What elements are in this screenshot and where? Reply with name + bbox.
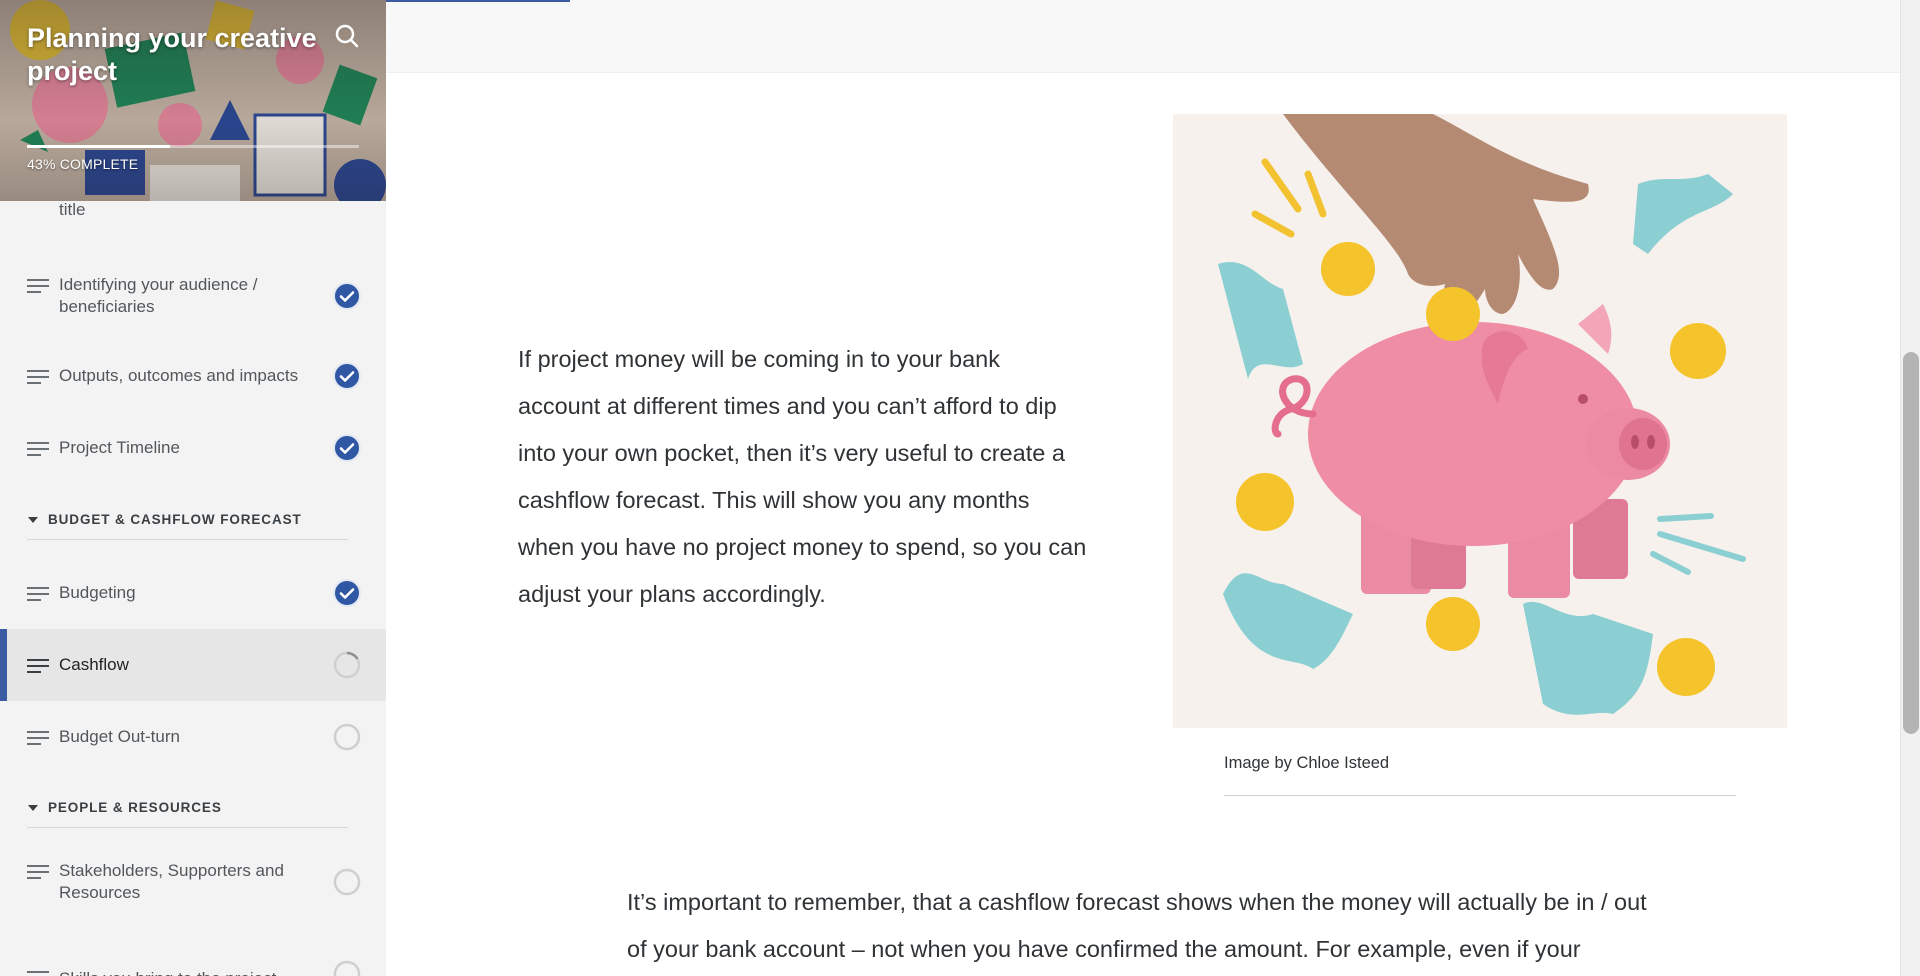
sidebar-lesson-skills[interactable]: Skills you bring to the project bbox=[0, 940, 386, 976]
course-progress-label: 43% COMPLETE bbox=[27, 156, 139, 172]
lesson-partial-title[interactable]: title bbox=[59, 200, 85, 220]
page-scrollbar[interactable] bbox=[1900, 0, 1920, 976]
caption-divider bbox=[1224, 795, 1736, 796]
sidebar-lesson-outputs[interactable]: Outputs, outcomes and impacts bbox=[0, 340, 386, 412]
not-started-circle-icon bbox=[333, 723, 361, 751]
page-load-indicator bbox=[386, 0, 570, 2]
lesson-lines-icon bbox=[27, 865, 49, 879]
caret-down-icon bbox=[28, 516, 38, 523]
complete-check-icon bbox=[333, 282, 361, 310]
lesson-lines-icon bbox=[27, 971, 49, 973]
sidebar-lesson-budget-outturn[interactable]: Budget Out-turn bbox=[0, 701, 386, 773]
complete-check-icon bbox=[333, 579, 361, 607]
course-sidebar: Planning your creative project 43% COMPL… bbox=[0, 0, 386, 976]
lesson-lines-icon bbox=[27, 659, 49, 673]
scrollbar-thumb[interactable] bbox=[1903, 352, 1919, 734]
complete-check-icon bbox=[333, 434, 361, 462]
lesson-top-bar bbox=[386, 0, 1900, 73]
sidebar-lesson-budgeting[interactable]: Budgeting bbox=[0, 557, 386, 629]
course-progress-fill bbox=[27, 145, 170, 148]
course-progress-bar bbox=[27, 145, 359, 148]
in-progress-icon bbox=[333, 651, 361, 679]
lesson-lines-icon bbox=[27, 370, 49, 384]
section-title: BUDGET & CASHFLOW FORECAST bbox=[48, 512, 302, 527]
piggy-bank-illustration bbox=[1173, 114, 1787, 728]
lesson-label: Outputs, outcomes and impacts bbox=[59, 366, 299, 385]
lesson-label: Budget Out-turn bbox=[59, 727, 180, 746]
section-title: PEOPLE & RESOURCES bbox=[48, 800, 222, 815]
content-paragraph: If project money will be coming in to yo… bbox=[518, 346, 1087, 607]
lesson-label: Budgeting bbox=[59, 583, 136, 602]
caret-down-icon bbox=[28, 804, 38, 811]
lesson-label: Project Timeline bbox=[59, 438, 180, 457]
lesson-lines-icon bbox=[27, 587, 49, 601]
lesson-label: Stakeholders, Supporters and Resources bbox=[59, 861, 284, 902]
image-caption: Image by Chloe Isteed bbox=[1224, 754, 1390, 772]
not-started-circle-icon bbox=[333, 868, 361, 896]
search-button[interactable] bbox=[331, 20, 363, 52]
lesson-figure bbox=[1173, 114, 1787, 728]
section-people-resources[interactable]: PEOPLE & RESOURCES bbox=[27, 788, 348, 828]
content-paragraph: It’s important to remember, that a cashf… bbox=[627, 889, 1647, 962]
search-icon bbox=[335, 24, 359, 48]
lesson-label: Skills you bring to the project bbox=[59, 968, 309, 976]
lesson-lines-icon bbox=[27, 442, 49, 456]
sidebar-lesson-audience[interactable]: Identifying your audience / beneficiarie… bbox=[0, 260, 386, 332]
lesson-lines-icon bbox=[27, 731, 49, 745]
lesson-content: If project money will be coming in to yo… bbox=[386, 0, 1900, 976]
lesson-lines-icon bbox=[27, 279, 49, 293]
course-header: Planning your creative project 43% COMPL… bbox=[0, 0, 386, 201]
sidebar-lesson-cashflow[interactable]: Cashflow bbox=[0, 629, 386, 701]
complete-check-icon bbox=[333, 362, 361, 390]
section-budget-cashflow[interactable]: BUDGET & CASHFLOW FORECAST bbox=[27, 500, 348, 540]
sidebar-lesson-stakeholders[interactable]: Stakeholders, Supporters and Resources bbox=[0, 846, 386, 918]
piggy-bank-image bbox=[1173, 114, 1787, 728]
lesson-label: Cashflow bbox=[59, 655, 129, 674]
course-title: Planning your creative project bbox=[27, 23, 317, 86]
not-started-circle-icon bbox=[333, 960, 361, 976]
lesson-label: Identifying your audience / beneficiarie… bbox=[59, 275, 258, 316]
sidebar-lesson-timeline[interactable]: Project Timeline bbox=[0, 412, 386, 484]
